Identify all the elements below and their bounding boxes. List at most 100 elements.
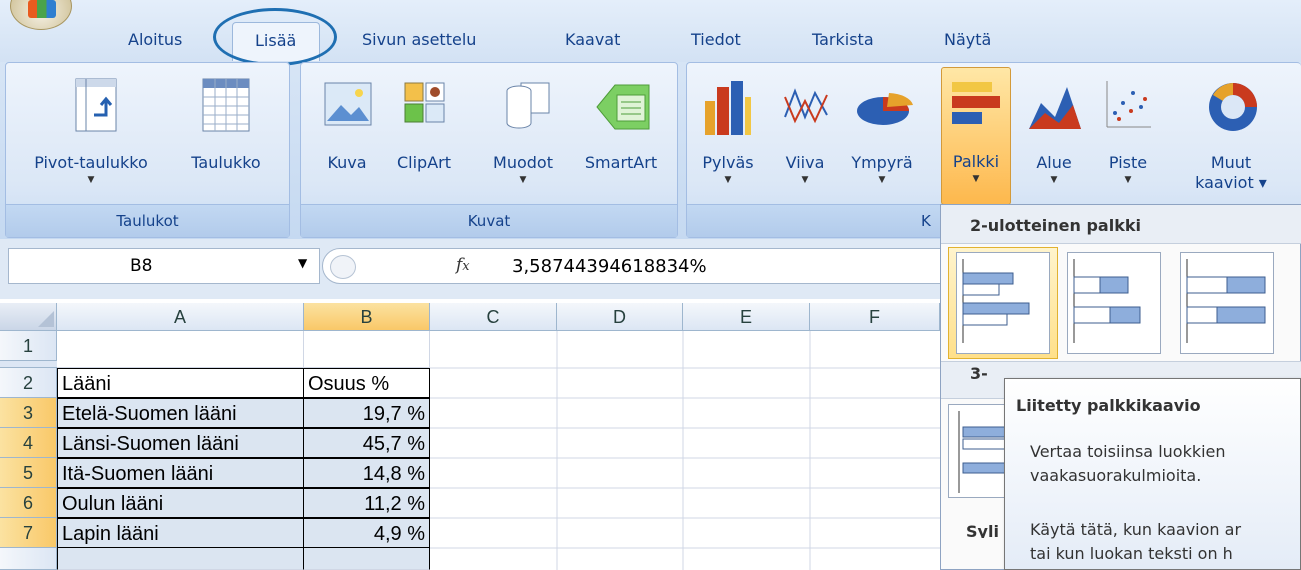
stacked-bar-option[interactable] xyxy=(1067,252,1161,354)
row-header-5[interactable]: 5 xyxy=(0,458,57,488)
tooltip-line-1: Vertaa toisiinsa luokkien xyxy=(1030,442,1226,461)
tab-sivun-asettelu[interactable]: Sivun asettelu xyxy=(362,30,476,49)
cell-a7[interactable]: Lapin lääni xyxy=(57,518,304,548)
cell-b4[interactable]: 45,7 % xyxy=(303,428,430,458)
picture-icon xyxy=(324,82,372,126)
cell-a2[interactable]: Lääni xyxy=(57,368,304,398)
pie-chart-button[interactable]: Ympyrä ▼ xyxy=(845,71,919,206)
shapes-label: Muodot xyxy=(493,153,553,172)
column-chart-label: Pylväs xyxy=(702,153,754,172)
cell-b7[interactable]: 4,9 % xyxy=(303,518,430,548)
cell-b3[interactable]: 19,7 % xyxy=(303,398,430,428)
other-charts-label-1: Muut xyxy=(1210,153,1252,172)
other-charts-label-2-text: kaaviot xyxy=(1195,173,1254,192)
cell-a8[interactable] xyxy=(57,548,304,570)
clustered-bar-thumb xyxy=(956,252,1050,354)
tooltip-title: Liitetty palkkikaavio xyxy=(1016,396,1201,415)
pivot-table-button[interactable]: Pivot-taulukko ▼ xyxy=(16,71,166,206)
shapes-button[interactable]: Muodot ▼ xyxy=(477,71,569,206)
tab-nayta[interactable]: Näytä xyxy=(944,30,991,49)
clustered-bar-icon xyxy=(962,259,1030,343)
table-button[interactable]: Taulukko xyxy=(171,71,281,206)
column-header-d[interactable]: D xyxy=(557,303,683,331)
column-chart-button[interactable]: Pylväs ▼ xyxy=(693,71,763,206)
row-header-3[interactable]: 3 xyxy=(0,398,57,428)
tab-tarkista[interactable]: Tarkista xyxy=(812,30,874,49)
office-logo-icon xyxy=(28,0,56,18)
cell-a4[interactable]: Länsi-Suomen lääni xyxy=(57,428,304,458)
ribbon-tab-bar xyxy=(0,0,1301,62)
cell-a5[interactable]: Itä-Suomen lääni xyxy=(57,458,304,488)
chevron-down-icon: ▼ xyxy=(972,174,980,184)
bar-chart-icon xyxy=(952,82,1000,124)
area-chart-button[interactable]: Alue ▼ xyxy=(1023,71,1085,206)
cell-a1[interactable] xyxy=(57,331,304,368)
area-chart-icon xyxy=(1029,87,1081,129)
other-charts-button[interactable]: Muut kaaviot ▾ xyxy=(1191,71,1271,206)
cell-a6[interactable]: Oulun lääni xyxy=(57,488,304,518)
group-label-kuvat: Kuvat xyxy=(301,204,677,237)
gallery-header-3d-label: 3-ulotteinen palkki xyxy=(970,366,988,379)
chevron-down-icon: ▼ xyxy=(801,175,809,185)
name-box[interactable] xyxy=(8,248,320,284)
group-kuvat: Kuva ClipArt Muodot ▼ SmartArt Kuvat xyxy=(300,62,678,238)
cell-b8[interactable] xyxy=(303,548,430,570)
column-header-f[interactable]: F xyxy=(810,303,940,331)
column-header-e[interactable]: E xyxy=(683,303,810,331)
pivot-table-label: Pivot-taulukko xyxy=(34,153,148,172)
shapes-icon xyxy=(506,82,550,129)
formula-expand-icon[interactable] xyxy=(330,255,356,279)
smartart-label: SmartArt xyxy=(584,153,658,172)
column-header-a[interactable]: A xyxy=(57,303,304,331)
highlight-ellipse xyxy=(213,8,337,66)
cell-a3[interactable]: Etelä-Suomen lääni xyxy=(57,398,304,428)
tab-kaavat[interactable]: Kaavat xyxy=(565,30,620,49)
cell-b2[interactable]: Osuus % xyxy=(303,368,430,398)
bar-chart-button[interactable]: Palkki ▼ xyxy=(941,67,1011,205)
chevron-down-icon: ▼ xyxy=(519,175,527,185)
clipart-label: ClipArt xyxy=(396,153,451,172)
row-header-6[interactable]: 6 xyxy=(0,488,57,518)
row-header-7[interactable]: 7 xyxy=(0,518,57,548)
clipart-button[interactable]: ClipArt xyxy=(383,71,465,206)
select-all-corner[interactable] xyxy=(0,303,57,331)
tab-aloitus[interactable]: Aloitus xyxy=(128,30,182,49)
smartart-icon xyxy=(596,84,650,130)
gridlines xyxy=(430,331,940,570)
scatter-chart-button[interactable]: Piste ▼ xyxy=(1099,71,1157,206)
column-header-c[interactable]: C xyxy=(430,303,557,331)
cell-b1[interactable] xyxy=(304,331,430,368)
area-chart-label: Alue xyxy=(1036,153,1072,172)
cell-b6[interactable]: 11,2 % xyxy=(303,488,430,518)
chevron-down-icon[interactable]: ▼ xyxy=(298,256,307,270)
row-header-1[interactable]: 1 xyxy=(0,331,57,361)
row-header-2[interactable]: 2 xyxy=(0,368,57,398)
tooltip-line-4: tai kun luokan teksti on h xyxy=(1030,544,1233,563)
pie-chart-label: Ympyrä xyxy=(851,153,913,172)
insert-function-icon[interactable]: fx xyxy=(456,253,470,275)
smartart-button[interactable]: SmartArt xyxy=(573,71,669,206)
gallery-header-2d-label: 2-ulotteinen palkki xyxy=(970,216,1141,235)
line-chart-button[interactable]: Viiva ▼ xyxy=(779,71,831,206)
cell-b5[interactable]: 14,8 % xyxy=(303,458,430,488)
clipart-icon xyxy=(404,82,445,123)
percent-stacked-bar-icon xyxy=(1186,259,1266,343)
row-header-4[interactable]: 4 xyxy=(0,428,57,458)
chevron-down-icon: ▼ xyxy=(1124,175,1132,185)
3d-clustered-bar-option[interactable] xyxy=(948,404,1008,498)
picture-button[interactable]: Kuva xyxy=(317,71,377,206)
line-chart-label: Viiva xyxy=(785,153,825,172)
scatter-chart-icon xyxy=(1106,81,1151,128)
group-taulukot: Pivot-taulukko ▼ Taulukko Taulukot xyxy=(5,62,290,238)
scatter-chart-label: Piste xyxy=(1108,153,1148,172)
select-all-icon xyxy=(38,311,54,327)
percent-stacked-bar-option[interactable] xyxy=(1180,252,1274,354)
pie-chart-icon xyxy=(857,93,913,125)
row-header-8[interactable] xyxy=(0,548,57,570)
column-header-b[interactable]: B xyxy=(304,303,430,331)
gallery-header-3d-clip: 3-ulotteinen palkki xyxy=(970,366,1000,379)
line-chart-icon xyxy=(784,88,828,124)
pivot-table-icon xyxy=(75,78,117,132)
tab-tiedot[interactable]: Tiedot xyxy=(691,30,741,49)
row-header-gap xyxy=(0,361,57,368)
